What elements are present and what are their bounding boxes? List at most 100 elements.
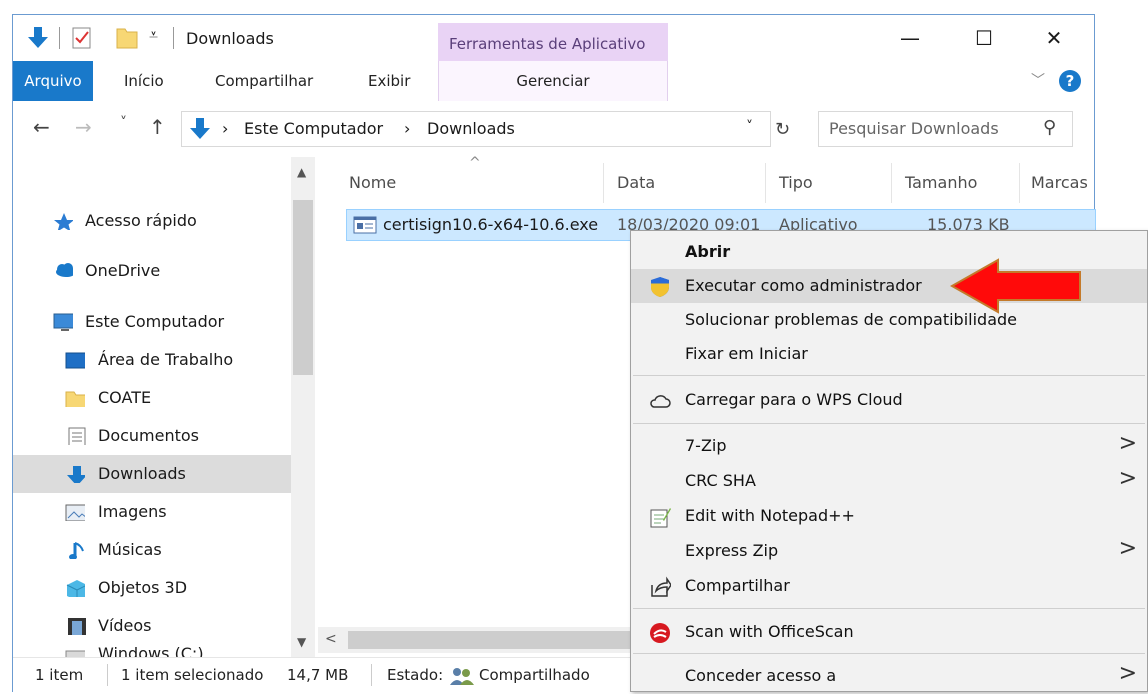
- up-button[interactable]: ↑: [149, 115, 166, 139]
- scroll-up-icon[interactable]: ▲: [297, 165, 306, 179]
- maximize-button[interactable]: ☐: [953, 15, 1015, 61]
- nav-item-area-de-trabalho[interactable]: Área de Trabalho: [13, 341, 291, 379]
- ribbon-tabs: Arquivo Início Compartilhar Exibir Geren…: [13, 61, 1094, 102]
- refresh-button[interactable]: ↻: [775, 119, 790, 140]
- breadcrumb-downloads[interactable]: Downloads: [427, 119, 515, 138]
- menu-item-label: Carregar para o WPS Cloud: [685, 390, 903, 409]
- column-header-nome[interactable]: Nome: [349, 173, 396, 192]
- menu-item-compartilhar[interactable]: Compartilhar: [631, 569, 1147, 603]
- column-divider: [1019, 163, 1020, 203]
- qat-customize-icon[interactable]: ⩡: [149, 25, 158, 45]
- nav-item-label: Acesso rápido: [85, 211, 197, 230]
- music-icon: [69, 542, 84, 559]
- nav-item-windows-c[interactable]: Windows (C:): [13, 643, 291, 657]
- exe-file-icon: [353, 216, 377, 234]
- search-input[interactable]: Pesquisar Downloads: [829, 119, 999, 138]
- nav-item-label: Área de Trabalho: [98, 350, 234, 369]
- nav-item-label: Downloads: [98, 464, 186, 483]
- nav-item-objetos-3d[interactable]: Objetos 3D: [13, 569, 291, 607]
- address-bar[interactable]: › Este Computador › Downloads ˅: [181, 111, 771, 147]
- menu-item-label: Scan with OfficeScan: [685, 622, 854, 641]
- star-icon: [54, 213, 73, 230]
- back-button[interactable]: ←: [33, 115, 50, 139]
- share-icon: [651, 576, 671, 597]
- column-divider: [603, 163, 604, 203]
- menu-item-label: Compartilhar: [685, 576, 790, 595]
- nav-item-documentos[interactable]: Documentos: [13, 417, 291, 455]
- tab-inicio[interactable]: Início: [124, 61, 164, 101]
- nav-item-este-computador[interactable]: Este Computador: [13, 303, 291, 341]
- menu-item-express-zip[interactable]: Express Zip >: [631, 534, 1147, 568]
- tab-exibir[interactable]: Exibir: [368, 61, 410, 101]
- menu-item-conceder-acesso[interactable]: Conceder acesso a >: [631, 659, 1147, 693]
- tab-compartilhar[interactable]: Compartilhar: [215, 61, 313, 101]
- breadcrumb-este-computador[interactable]: Este Computador: [244, 119, 383, 138]
- search-box[interactable]: Pesquisar Downloads ⚲: [818, 111, 1073, 147]
- column-header-tipo[interactable]: Tipo: [779, 173, 813, 192]
- column-header-marcas[interactable]: Marcas: [1031, 173, 1088, 192]
- menu-separator: [633, 608, 1145, 609]
- column-header-data[interactable]: Data: [617, 173, 655, 192]
- nav-item-label: Windows (C:): [98, 644, 204, 657]
- menu-item-7zip[interactable]: 7-Zip >: [631, 429, 1147, 463]
- menu-item-fixar-em-iniciar[interactable]: Fixar em Iniciar: [631, 337, 1147, 371]
- context-tab-group-label: Ferramentas de Aplicativo: [438, 23, 668, 61]
- nav-item-coate[interactable]: COATE: [13, 379, 291, 417]
- minimize-button[interactable]: —: [879, 15, 941, 61]
- nav-item-label: Este Computador: [85, 312, 225, 331]
- tab-gerenciar[interactable]: Gerenciar: [438, 61, 668, 101]
- download-location-icon: [190, 118, 210, 139]
- menu-item-label: 7-Zip: [685, 436, 727, 455]
- nav-item-imagens[interactable]: Imagens: [13, 493, 291, 531]
- menu-item-carregar-wps-cloud[interactable]: Carregar para o WPS Cloud: [631, 383, 1147, 417]
- menu-item-label: Express Zip: [685, 541, 779, 560]
- ribbon-collapse-icon[interactable]: ﹀: [1031, 61, 1045, 101]
- help-icon[interactable]: ?: [1059, 70, 1081, 92]
- submenu-arrow-icon: >: [1118, 431, 1137, 456]
- recent-locations-button[interactable]: ˅: [120, 115, 127, 131]
- qat-divider: [59, 27, 60, 49]
- cloud-icon: [56, 263, 73, 277]
- nav-item-label: Músicas: [98, 540, 162, 559]
- properties-icon[interactable]: [71, 25, 93, 51]
- menu-item-label: Fixar em Iniciar: [685, 344, 808, 363]
- menu-item-scan-with-officescan[interactable]: Scan with OfficeScan: [631, 615, 1147, 649]
- status-state-value: Compartilhado: [479, 666, 590, 684]
- folder-icon: [65, 391, 85, 407]
- menu-item-edit-with-notepad[interactable]: Edit with Notepad++: [631, 499, 1147, 533]
- content-scrollbar-thumb[interactable]: [348, 631, 633, 649]
- nav-item-label: Documentos: [98, 426, 200, 445]
- menu-separator: [633, 375, 1145, 376]
- menu-item-label: CRC SHA: [685, 471, 756, 490]
- file-name: certisign10.6-x64-10.6.exe: [383, 215, 599, 234]
- nav-item-onedrive[interactable]: OneDrive: [13, 252, 291, 290]
- status-divider: [107, 664, 108, 686]
- scroll-down-icon[interactable]: ▼: [297, 635, 306, 649]
- status-item-count: 1 item: [35, 666, 84, 684]
- nav-item-videos[interactable]: Vídeos: [13, 607, 291, 645]
- tab-arquivo[interactable]: Arquivo: [13, 61, 93, 101]
- scroll-left-icon[interactable]: <: [325, 631, 337, 647]
- nav-scrollbar-thumb[interactable]: [293, 200, 313, 375]
- column-header-tamanho[interactable]: Tamanho: [905, 173, 977, 192]
- forward-button[interactable]: →: [75, 115, 92, 139]
- shared-users-icon: [450, 668, 474, 685]
- column-divider: [891, 163, 892, 203]
- desktop-icon: [65, 352, 85, 369]
- close-button[interactable]: ✕: [1023, 15, 1085, 61]
- nav-item-acesso-rapido[interactable]: Acesso rápido: [13, 202, 291, 240]
- menu-separator: [633, 423, 1145, 424]
- nav-item-musicas[interactable]: Músicas: [13, 531, 291, 569]
- sort-indicator-icon: ^: [469, 155, 481, 171]
- submenu-arrow-icon: >: [1118, 466, 1137, 491]
- nav-item-downloads[interactable]: Downloads: [13, 455, 291, 493]
- search-icon[interactable]: ⚲: [1043, 117, 1056, 138]
- address-dropdown-icon[interactable]: ˅: [746, 119, 753, 135]
- new-folder-icon[interactable]: [115, 25, 139, 51]
- nav-item-label: Imagens: [98, 502, 167, 521]
- menu-item-crc-sha[interactable]: CRC SHA >: [631, 464, 1147, 498]
- shield-icon: [651, 277, 669, 297]
- nav-item-label: COATE: [98, 388, 152, 407]
- download-arrow-icon[interactable]: [25, 25, 51, 51]
- status-size: 14,7 MB: [287, 666, 349, 684]
